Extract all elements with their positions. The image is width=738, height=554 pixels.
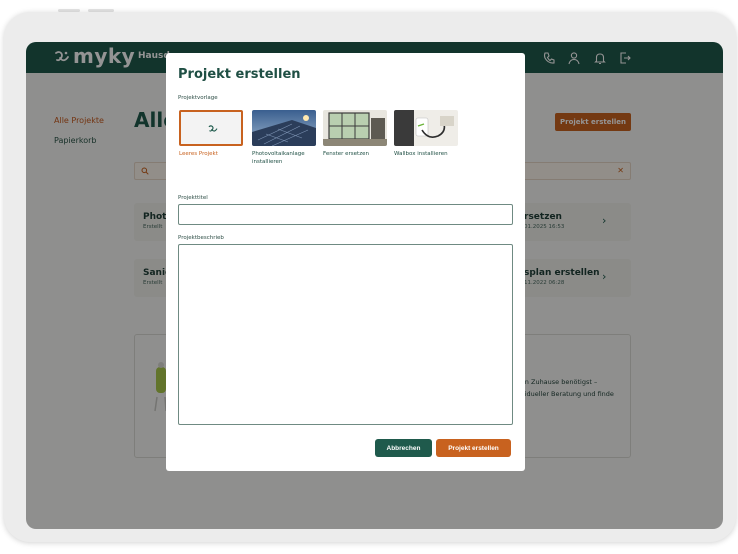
wallbox-image — [394, 110, 458, 146]
template-label: Wallbox installieren — [394, 151, 448, 157]
template-photovoltaic[interactable]: Photovoltaikanlage installieren — [252, 110, 318, 166]
template-thumbnail — [394, 110, 458, 146]
template-thumbnail — [179, 110, 243, 146]
template-thumbnail — [323, 110, 387, 146]
create-project-button[interactable]: Projekt erstellen — [436, 439, 511, 457]
project-title-label: Projekttitel — [178, 195, 208, 201]
create-project-dialog: Projekt erstellen Projektvorlage Leeres … — [166, 53, 525, 471]
template-label: Leeres Projekt — [179, 151, 218, 157]
dialog-title: Projekt erstellen — [178, 67, 301, 82]
template-label: Fenster ersetzen — [323, 151, 369, 157]
template-empty-project[interactable]: Leeres Projekt — [179, 110, 245, 158]
template-thumbnail — [252, 110, 316, 146]
project-description-label: Projektbeschrieb — [178, 235, 224, 241]
window-image — [323, 110, 387, 146]
template-section-label: Projektvorlage — [178, 95, 218, 101]
template-replace-windows[interactable]: Fenster ersetzen — [323, 110, 389, 158]
template-label: Photovoltaikanlage installieren — [252, 151, 305, 165]
app-screen: myky Hausd Alle Projekte Papierkorb Alle… — [26, 42, 723, 529]
template-wallbox[interactable]: Wallbox installieren — [394, 110, 460, 158]
device-frame: myky Hausd Alle Projekte Papierkorb Alle… — [4, 12, 736, 542]
project-description-input[interactable] — [178, 244, 513, 425]
solar-panel-image — [252, 110, 316, 146]
cancel-button[interactable]: Abbrechen — [375, 439, 432, 457]
myky-logo-icon — [208, 125, 218, 132]
project-title-input[interactable] — [178, 204, 513, 225]
